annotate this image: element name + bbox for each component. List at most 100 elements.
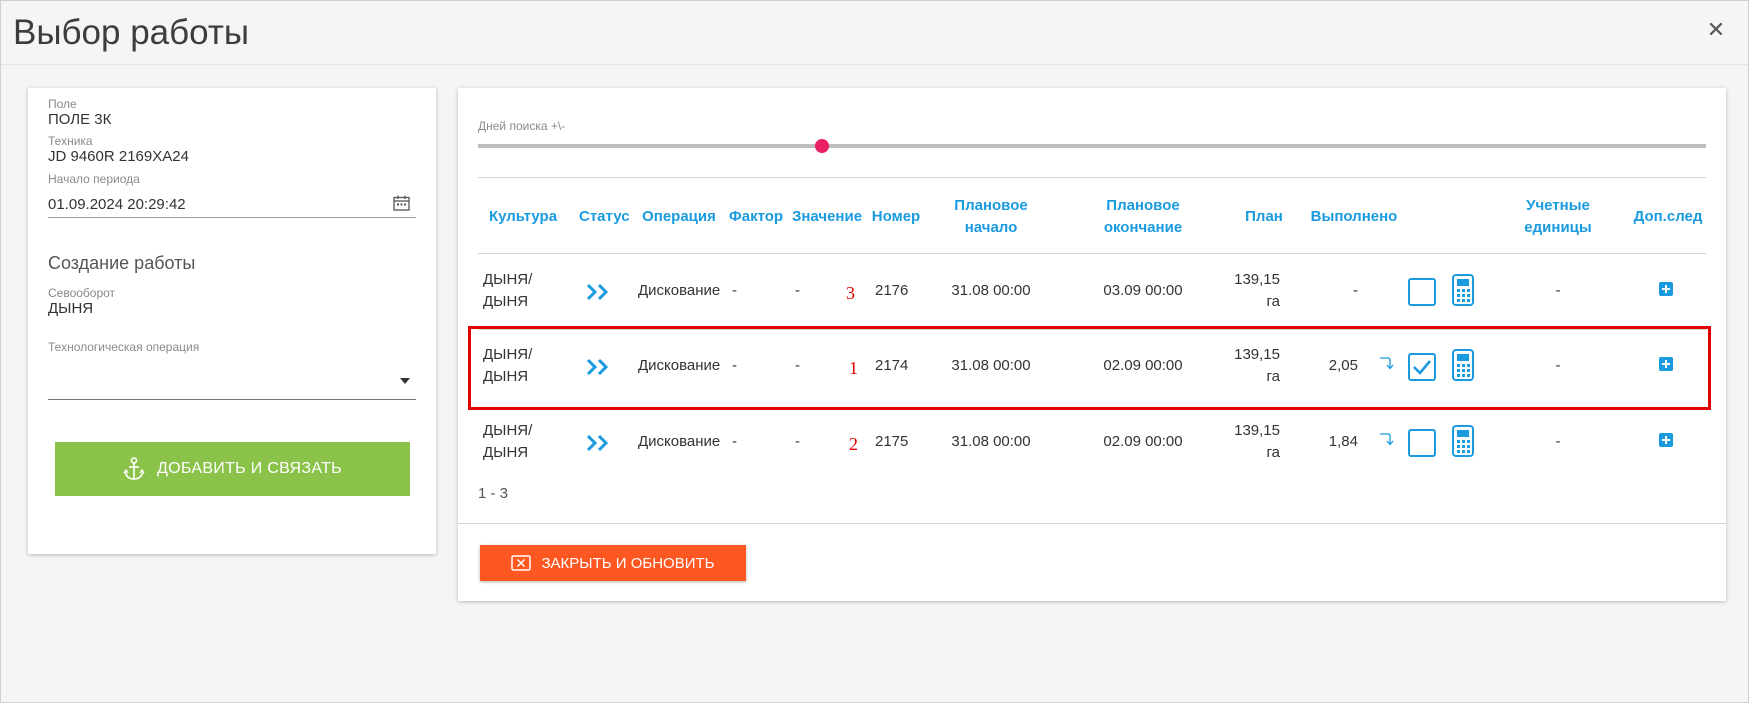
add-extra-icon[interactable] [1659, 357, 1673, 371]
col-header-extra[interactable]: Доп.след [1628, 206, 1708, 228]
status-forward-icon[interactable] [585, 357, 613, 377]
row-checkbox-checked[interactable] [1408, 353, 1436, 381]
row-divider [478, 329, 1706, 330]
calculator-icon[interactable] [1452, 349, 1474, 381]
factor-cell: - [732, 433, 737, 450]
corner-down-right-icon[interactable] [1378, 355, 1396, 371]
calculator-icon[interactable] [1452, 425, 1474, 457]
col-header-plan[interactable]: План [1238, 206, 1290, 228]
divider [478, 177, 1706, 178]
dialog-title: Выбор работы [13, 13, 250, 52]
add-extra-icon[interactable] [1659, 433, 1673, 447]
operation-select[interactable] [48, 360, 416, 400]
status-forward-icon[interactable] [585, 282, 613, 302]
close-and-refresh-label: ЗАКРЫТЬ И ОБНОВИТЬ [541, 554, 715, 572]
work-selection-dialog: Выбор работы ✕ Поле ПОЛЕ 3К Техника JD 9… [0, 0, 1749, 703]
culture-cell: ДЫНЯ/ ДЫНЯ [483, 269, 532, 313]
close-and-refresh-button[interactable]: ЗАКРЫТЬ И ОБНОВИТЬ [480, 545, 746, 581]
units-cell: - [1555, 433, 1561, 450]
plan-end-cell: 03.09 00:00 [1103, 282, 1183, 299]
plan-end-line-2: окончание [1103, 219, 1183, 236]
culture-line-1: ДЫНЯ/ [483, 346, 533, 363]
value-cell: - [795, 357, 800, 374]
footer-divider [458, 523, 1726, 524]
row-checkbox[interactable] [1408, 429, 1436, 457]
col-header-value[interactable]: Значение [790, 206, 864, 228]
row-marker: 1 [849, 358, 858, 378]
slider-thumb[interactable] [814, 139, 829, 153]
create-work-title: Создание работы [48, 253, 196, 273]
checkmark-icon [1413, 360, 1431, 375]
dropdown-arrow-icon [400, 378, 410, 384]
rotation-label: Севооборот [48, 286, 116, 300]
search-days-label: Дней поиска +\- [478, 119, 566, 133]
col-header-plan-end[interactable]: Плановое окончание [1078, 195, 1208, 239]
plan-start-cell: 31.08 00:00 [951, 433, 1031, 450]
add-extra-icon[interactable] [1659, 282, 1673, 296]
factor-cell: - [732, 282, 737, 299]
number-cell: 2175 [875, 433, 909, 450]
col-header-done[interactable]: Выполнено [1304, 206, 1404, 228]
number-cell: 2174 [875, 357, 909, 374]
close-box-icon [511, 555, 532, 571]
plan-amount: 139,15 [1234, 271, 1280, 288]
culture-line-1: ДЫНЯ/ [483, 422, 533, 439]
col-header-number[interactable]: Номер [868, 206, 924, 228]
col-header-plan-start[interactable]: Плановое начало [931, 195, 1051, 239]
col-header-culture[interactable]: Культура [483, 206, 563, 228]
works-panel: Дней поиска +\- Культура Статус Операция… [458, 88, 1726, 601]
plan-cell: 139,15 га [1218, 344, 1280, 388]
plan-unit: га [1266, 368, 1280, 385]
units-line-2: единицы [1524, 219, 1592, 236]
plan-end-cell: 02.09 00:00 [1103, 357, 1183, 374]
plan-amount: 139,15 [1234, 422, 1280, 439]
calendar-icon[interactable] [393, 195, 410, 211]
period-start-input[interactable]: 01.09.2024 20:29:42 [48, 188, 416, 218]
plan-start-cell: 31.08 00:00 [951, 357, 1031, 374]
status-forward-icon[interactable] [585, 433, 613, 453]
value-cell: - [795, 433, 800, 450]
rotation-value: ДЫНЯ [48, 300, 94, 317]
operation-label: Технологическая операция [48, 340, 200, 354]
col-header-factor[interactable]: Фактор [726, 206, 786, 228]
operation-cell: Дискование [638, 357, 721, 374]
machine-value: JD 9460R 2169ХА24 [48, 148, 189, 165]
calculator-icon[interactable] [1452, 274, 1474, 306]
done-cell: 2,05 [1328, 357, 1358, 374]
row-marker: 3 [846, 283, 855, 303]
col-header-status[interactable]: Статус [579, 206, 630, 228]
close-icon[interactable]: ✕ [1704, 18, 1728, 42]
row-checkbox[interactable] [1408, 278, 1436, 306]
plan-cell: 139,15 га [1218, 420, 1280, 464]
col-header-units[interactable]: Учетные единицы [1508, 195, 1608, 239]
culture-line-2: ДЫНЯ [483, 368, 529, 385]
period-start-value: 01.09.2024 20:29:42 [48, 196, 186, 213]
plan-start-cell: 31.08 00:00 [951, 282, 1031, 299]
plan-unit: га [1266, 444, 1280, 461]
done-cell: - [1353, 282, 1358, 299]
col-header-operation[interactable]: Операция [639, 206, 719, 228]
value-cell: - [795, 282, 800, 299]
search-days-slider[interactable] [478, 139, 1706, 153]
dialog-header: Выбор работы ✕ [1, 1, 1748, 65]
culture-cell: ДЫНЯ/ ДЫНЯ [483, 344, 532, 388]
units-cell: - [1555, 357, 1561, 374]
field-value: ПОЛЕ 3К [48, 111, 112, 128]
machine-label: Техника [48, 134, 93, 148]
operation-cell: Дискование [638, 433, 721, 450]
done-cell: 1,84 [1328, 433, 1358, 450]
units-line-1: Учетные [1526, 197, 1590, 214]
add-and-link-label: ДОБАВИТЬ И СВЯЗАТЬ [157, 460, 342, 477]
culture-cell: ДЫНЯ/ ДЫНЯ [483, 420, 532, 464]
plan-start-line-1: Плановое [954, 197, 1028, 214]
pagination-range: 1 - 3 [478, 485, 509, 502]
row-marker: 2 [849, 434, 858, 454]
anchor-icon [123, 457, 145, 480]
field-label: Поле [48, 97, 77, 111]
plan-end-cell: 02.09 00:00 [1103, 433, 1183, 450]
corner-down-right-icon[interactable] [1378, 431, 1396, 447]
add-and-link-button[interactable]: ДОБАВИТЬ И СВЯЗАТЬ [55, 442, 410, 496]
period-label: Начало периода [48, 172, 140, 186]
plan-cell: 139,15 га [1218, 269, 1280, 313]
plan-unit: га [1266, 293, 1280, 310]
